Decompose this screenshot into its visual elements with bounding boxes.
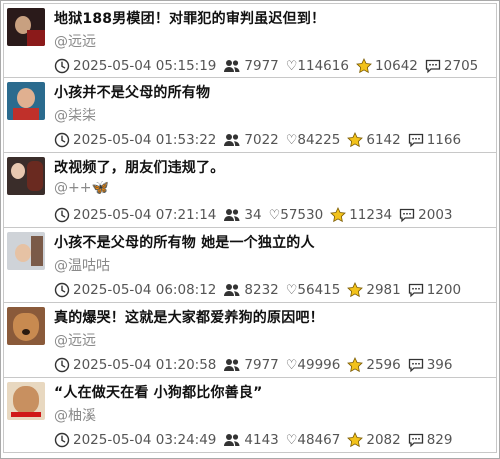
video-thumbnail[interactable] xyxy=(7,232,45,270)
clock-icon xyxy=(54,432,70,448)
heart-icon: ♡ xyxy=(285,58,298,74)
favorites-count: 6142 xyxy=(366,132,401,148)
author-name[interactable]: @远远 xyxy=(54,31,96,51)
clock-icon xyxy=(54,282,70,298)
viewers-icon xyxy=(224,134,240,146)
comment-icon xyxy=(408,133,423,148)
star-icon xyxy=(347,282,364,298)
video-meta: 2025-05-04 03:24:49 4143 ♡ 48467 2082 82… xyxy=(54,431,460,449)
viewers-count: 7977 xyxy=(244,357,279,373)
viewers-icon xyxy=(224,434,240,446)
viewers-icon xyxy=(224,209,240,221)
publish-time: 2025-05-04 07:21:14 xyxy=(73,207,217,223)
favorites-count: 10642 xyxy=(374,58,418,74)
heart-icon: ♡ xyxy=(285,132,298,148)
video-title[interactable]: 小孩并不是父母的所有物 xyxy=(54,82,210,102)
star-icon xyxy=(347,357,364,373)
author-name[interactable]: @++🦋 xyxy=(54,180,109,196)
clock-icon xyxy=(54,357,70,373)
heart-icon: ♡ xyxy=(285,432,298,448)
author-name[interactable]: @远远 xyxy=(54,330,96,350)
author-name[interactable]: @柚溪 xyxy=(54,405,96,425)
star-icon xyxy=(330,207,347,223)
list-item[interactable]: 小孩并不是父母的所有物 @柒柒 2025-05-04 01:53:22 7022… xyxy=(3,78,497,153)
star-icon xyxy=(347,132,364,148)
publish-time: 2025-05-04 06:08:12 xyxy=(73,282,217,298)
heart-icon: ♡ xyxy=(285,282,298,298)
video-meta: 2025-05-04 01:20:58 7977 ♡ 49996 2596 39… xyxy=(54,356,460,374)
heart-icon: ♡ xyxy=(268,207,281,223)
publish-time: 2025-05-04 03:24:49 xyxy=(73,432,217,448)
list-item[interactable]: “人在做天在看 小狗都比你善良” @柚溪 2025-05-04 03:24:49… xyxy=(3,378,497,453)
video-title[interactable]: 地狱188男模团！对罪犯的审判虽迟但到！ xyxy=(54,8,325,28)
video-thumbnail[interactable] xyxy=(7,157,45,195)
video-thumbnail[interactable] xyxy=(7,82,45,120)
viewers-icon xyxy=(224,284,240,296)
publish-time: 2025-05-04 01:53:22 xyxy=(73,132,217,148)
comments-count: 829 xyxy=(426,432,453,448)
comments-count: 1166 xyxy=(426,132,462,148)
likes-count: 48467 xyxy=(297,432,341,448)
viewers-count: 34 xyxy=(244,207,262,223)
video-title[interactable]: “人在做天在看 小狗都比你善良” xyxy=(54,382,262,402)
video-thumbnail[interactable] xyxy=(7,307,45,345)
video-thumbnail[interactable] xyxy=(7,382,45,420)
author-name[interactable]: @柒柒 xyxy=(54,105,96,125)
likes-count: 57530 xyxy=(280,207,324,223)
viewers-count: 7022 xyxy=(244,132,279,148)
video-title[interactable]: 改视频了，朋友们违规了。 xyxy=(54,157,224,177)
viewers-count: 8232 xyxy=(244,282,279,298)
likes-count: 114616 xyxy=(297,58,349,74)
video-meta: 2025-05-04 05:15:19 7977 ♡ 114616 10642 … xyxy=(54,57,485,75)
viewers-count: 4143 xyxy=(244,432,279,448)
publish-time: 2025-05-04 01:20:58 xyxy=(73,357,217,373)
video-title[interactable]: 真的爆哭！这就是大家都爱养狗的原因吧！ xyxy=(54,307,324,327)
list-item[interactable]: 地狱188男模团！对罪犯的审判虽迟但到！ @远远 2025-05-04 05:1… xyxy=(3,3,497,78)
author-name[interactable]: @温咕咕 xyxy=(54,255,110,275)
clock-icon xyxy=(54,58,70,74)
comments-count: 396 xyxy=(426,357,453,373)
clock-icon xyxy=(54,132,70,148)
comments-count: 2705 xyxy=(443,58,479,74)
video-title[interactable]: 小孩不是父母的所有物 她是一个独立的人 xyxy=(54,232,315,252)
comments-count: 2003 xyxy=(418,207,453,223)
likes-count: 56415 xyxy=(297,282,341,298)
favorites-count: 2981 xyxy=(366,282,401,298)
favorites-count: 2082 xyxy=(366,432,401,448)
comment-icon xyxy=(408,433,423,448)
video-meta: 2025-05-04 06:08:12 8232 ♡ 56415 2981 12… xyxy=(54,281,468,299)
comments-count: 1200 xyxy=(426,282,462,298)
video-list: 地狱188男模团！对罪犯的审判虽迟但到！ @远远 2025-05-04 05:1… xyxy=(3,3,497,453)
heart-icon: ♡ xyxy=(285,357,298,373)
comment-icon xyxy=(425,59,441,74)
clock-icon xyxy=(54,207,70,223)
viewers-icon xyxy=(224,359,240,371)
publish-time: 2025-05-04 05:15:19 xyxy=(73,58,217,74)
viewers-icon xyxy=(224,60,240,72)
video-thumbnail[interactable] xyxy=(7,8,45,46)
list-item[interactable]: 改视频了，朋友们违规了。 @++🦋 2025-05-04 07:21:14 34… xyxy=(3,153,497,228)
likes-count: 49996 xyxy=(297,357,341,373)
comment-icon xyxy=(408,358,423,373)
likes-count: 84225 xyxy=(297,132,341,148)
star-icon xyxy=(347,432,364,448)
list-item[interactable]: 小孩不是父母的所有物 她是一个独立的人 @温咕咕 2025-05-04 06:0… xyxy=(3,228,497,303)
viewers-count: 7977 xyxy=(244,58,279,74)
favorites-count: 11234 xyxy=(349,207,393,223)
video-list-panel: 地狱188男模团！对罪犯的审判虽迟但到！ @远远 2025-05-04 05:1… xyxy=(0,0,500,459)
list-item[interactable]: 真的爆哭！这就是大家都爱养狗的原因吧！ @远远 2025-05-04 01:20… xyxy=(3,303,497,378)
video-meta: 2025-05-04 01:53:22 7022 ♡ 84225 6142 11… xyxy=(54,131,468,149)
comment-icon xyxy=(399,208,415,223)
comment-icon xyxy=(408,283,423,298)
video-meta: 2025-05-04 07:21:14 34 ♡ 57530 11234 200… xyxy=(54,206,460,224)
star-icon xyxy=(356,58,372,74)
favorites-count: 2596 xyxy=(366,357,401,373)
